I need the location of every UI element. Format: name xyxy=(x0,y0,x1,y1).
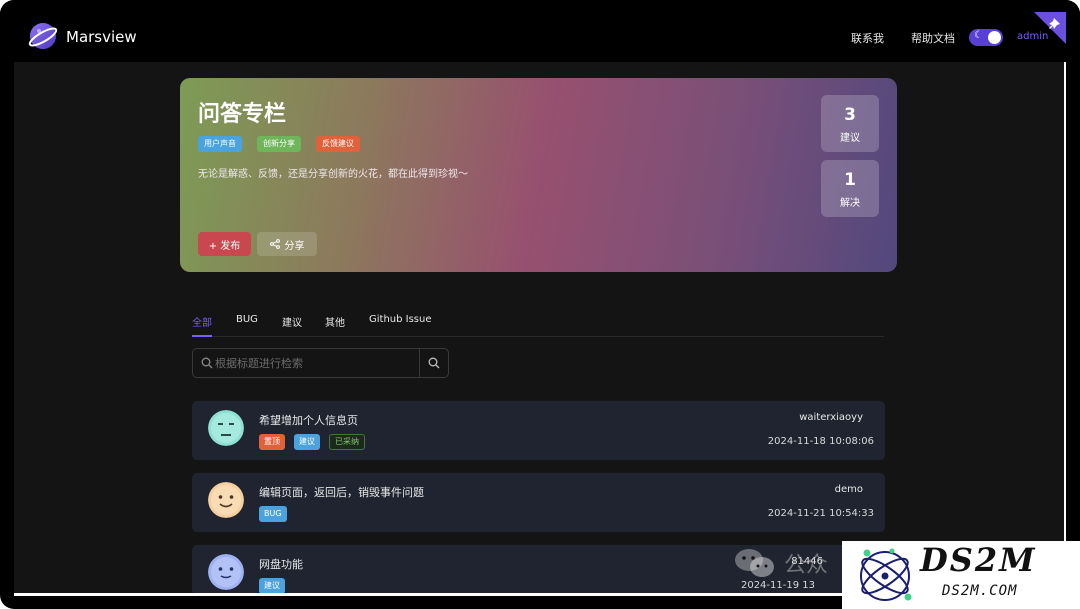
stat-resolved-label: 解决 xyxy=(840,198,860,209)
post-title[interactable]: 网盘功能 xyxy=(259,556,303,572)
tag-pinned: 置顶 xyxy=(259,434,285,450)
page-title: 问答专栏 xyxy=(198,102,287,127)
list-item[interactable]: 编辑页面，返回后，销毁事件问题 BUG demo 2024-11-21 10:5… xyxy=(192,473,885,532)
watermark-sub-text: DS2M.COM xyxy=(942,583,1018,599)
qa-hero-banner: 问答专栏 用户声音 创新分享 反馈建议 无论是解惑、反馈，还是分享创新的火花，都… xyxy=(180,78,897,272)
nav-contact[interactable]: 联系我 xyxy=(851,30,884,46)
wechat-watermark: 公众 xyxy=(734,546,828,580)
corner-badge-icon[interactable] xyxy=(1034,12,1066,44)
watermark-ghost-text: 公众 xyxy=(784,553,829,578)
post-date: 2024-11-18 10:08:06 xyxy=(767,436,874,447)
stat-suggestions-value: 3 xyxy=(844,105,856,125)
publish-button[interactable]: + 发布 xyxy=(198,232,251,256)
active-tab-indicator xyxy=(192,335,212,337)
tab-other[interactable]: 其他 xyxy=(325,314,345,329)
post-author: waiterxiaoyy xyxy=(799,412,863,423)
post-title[interactable]: 希望增加个人信息页 xyxy=(259,412,358,428)
tab-suggestion[interactable]: 建议 xyxy=(282,314,302,329)
hero-description: 无论是解惑、反馈，还是分享创新的火花，都在此得到珍视～ xyxy=(198,169,468,180)
theme-toggle[interactable]: ☾ xyxy=(969,29,1003,46)
wechat-icon xyxy=(735,549,774,577)
hero-tag-user-voice: 用户声音 xyxy=(198,136,242,152)
stat-resolved: 1 解决 xyxy=(821,160,879,217)
post-date: 2024-11-21 10:54:33 xyxy=(767,508,874,519)
tag-suggestion: 建议 xyxy=(294,434,320,450)
atom-logo-icon xyxy=(860,548,912,601)
avatar xyxy=(208,554,244,590)
post-title[interactable]: 编辑页面，返回后，销毁事件问题 xyxy=(259,484,424,500)
top-header: Marsview 联系我 帮助文档 ☾ admin xyxy=(0,0,1080,60)
avatar xyxy=(208,410,244,446)
tab-all[interactable]: 全部 xyxy=(192,314,212,329)
nav-help-docs[interactable]: 帮助文档 xyxy=(911,30,955,46)
tag-adopted: 已采纳 xyxy=(329,434,365,450)
search-icon xyxy=(428,357,440,369)
hero-tag-feedback: 反馈建议 xyxy=(316,136,360,152)
brand-name[interactable]: Marsview xyxy=(66,28,137,46)
share-icon xyxy=(269,239,280,249)
search-button[interactable] xyxy=(419,349,448,377)
planet-logo-icon[interactable] xyxy=(28,21,58,51)
search-box xyxy=(192,348,449,378)
search-input[interactable] xyxy=(215,349,415,377)
avatar xyxy=(208,482,244,518)
tab-github-issue[interactable]: Github Issue xyxy=(369,314,432,325)
stat-suggestions-label: 建议 xyxy=(840,133,860,144)
search-icon xyxy=(201,357,213,369)
category-tabs: 全部 BUG 建议 其他 Github Issue xyxy=(192,312,884,337)
moon-icon: ☾ xyxy=(974,30,983,41)
hero-tag-innovation: 创新分享 xyxy=(257,136,301,152)
tag-suggestion: 建议 xyxy=(259,578,285,594)
post-date: 2024-11-19 13 xyxy=(740,580,815,591)
stat-resolved-value: 1 xyxy=(844,170,856,190)
post-author: demo xyxy=(834,484,863,495)
tab-bug[interactable]: BUG xyxy=(236,314,258,325)
watermark-main-text: DS2M xyxy=(920,541,1037,579)
stat-suggestions: 3 建议 xyxy=(821,95,879,152)
share-label: 分享 xyxy=(284,240,305,252)
ds2m-watermark: DS2M DS2M.COM xyxy=(842,541,1080,609)
toggle-knob xyxy=(988,31,1001,44)
list-item[interactable]: 希望增加个人信息页 置顶 建议 已采纳 waiterxiaoyy 2024-11… xyxy=(192,401,885,460)
app-window: Marsview 联系我 帮助文档 ☾ admin 问答专栏 用户声音 创新分享… xyxy=(0,0,1080,609)
share-button[interactable]: 分享 xyxy=(257,232,317,256)
tag-bug: BUG xyxy=(259,506,287,522)
